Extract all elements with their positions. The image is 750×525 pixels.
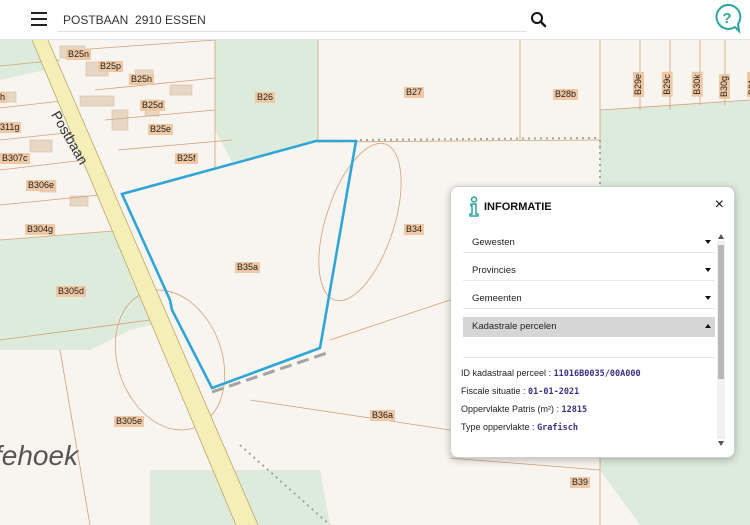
parcel-label: B34	[404, 224, 425, 235]
section-label: Provincies	[472, 265, 516, 276]
parcel-label: B25e	[148, 124, 174, 135]
help-chat-icon[interactable]: ?	[711, 2, 743, 34]
parcel-label: B29e	[633, 71, 645, 98]
parcel-label: B307c	[0, 153, 30, 164]
parcel-label: B29c	[661, 72, 673, 97]
info-icon	[467, 196, 481, 218]
field-value: Grafisch	[537, 423, 579, 433]
parcel-label: h	[0, 92, 8, 103]
panel-title: INFORMATIE	[484, 201, 552, 213]
parcel-label: B304g	[25, 224, 56, 235]
parcel-label: B30k	[691, 72, 703, 97]
info-panel: INFORMATIE × Gewesten Provincies Gemeent…	[450, 186, 735, 458]
parcel-label: B25n	[66, 49, 92, 60]
parcel-label: B36a	[370, 410, 396, 421]
section-gemeenten[interactable]: Gemeenten	[463, 289, 715, 309]
field-type-oppervlakte: Type oppervlakte : Grafisch	[461, 422, 578, 433]
field-value: 12815	[561, 405, 588, 415]
parcel-label: 311g	[0, 122, 22, 133]
hamburger-icon[interactable]	[31, 12, 47, 26]
parcel-label: B27	[404, 87, 425, 98]
chevron-down-icon	[705, 296, 711, 300]
parcel-label: B305d	[56, 286, 87, 297]
section-gewesten[interactable]: Gewesten	[463, 233, 715, 253]
parcel-label: B35a	[235, 262, 261, 273]
top-bar: ?	[0, 0, 750, 40]
field-label: Oppervlakte Patris (m²) :	[461, 404, 560, 414]
locality-label: fehoek	[0, 440, 79, 471]
parcel-label: B30g	[719, 73, 731, 100]
section-kadastrale-percelen[interactable]: Kadastrale percelen	[463, 317, 715, 337]
chevron-up-icon	[705, 324, 711, 328]
close-icon[interactable]: ×	[715, 197, 724, 213]
chevron-down-icon	[705, 268, 711, 272]
section-label: Kadastrale percelen	[472, 321, 557, 332]
parcel-label: B25f	[175, 153, 198, 164]
parcel-label: B306e	[26, 180, 57, 191]
svg-text:?: ?	[722, 10, 731, 27]
section-label: Gemeenten	[472, 293, 522, 304]
chevron-down-icon	[705, 240, 711, 244]
field-oppervlakte: Oppervlakte Patris (m²) : 12815	[461, 404, 587, 415]
field-value: 11016B0035/00A000	[553, 369, 641, 379]
parcel-label: B26	[255, 92, 276, 103]
panel-header: INFORMATIE ×	[451, 187, 734, 227]
field-label: ID kadastraal perceel :	[461, 368, 552, 378]
field-value: 01-01-2021	[528, 387, 580, 397]
panel-scrollbar[interactable]	[717, 233, 725, 447]
field-label: Type oppervlakte :	[461, 422, 535, 432]
parcel-label: B305e	[114, 416, 145, 427]
field-id: ID kadastraal perceel : 11016B0035/00A00…	[461, 368, 641, 379]
field-fiscale-situatie: Fiscale situatie : 01-01-2021	[461, 386, 579, 397]
scroll-thumb[interactable]	[718, 245, 724, 379]
search-input[interactable]	[57, 8, 527, 32]
parcel-label: B39	[570, 477, 591, 488]
search-icon[interactable]	[528, 9, 550, 31]
divider	[463, 357, 715, 358]
section-label: Gewesten	[472, 237, 515, 248]
field-label: Fiscale situatie :	[461, 386, 526, 396]
parcel-label: B25h	[129, 74, 155, 85]
parcel-label: B28b	[553, 89, 579, 100]
parcel-label: B25p	[98, 61, 124, 72]
section-provincies[interactable]: Provincies	[463, 261, 715, 281]
parcel-label: B25d	[140, 100, 166, 111]
